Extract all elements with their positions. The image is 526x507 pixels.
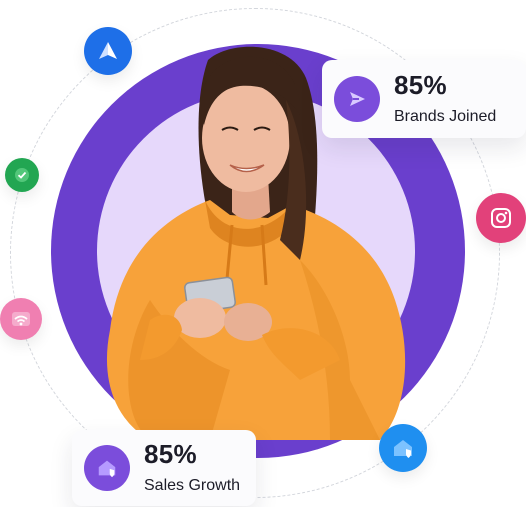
card-icon-circle bbox=[334, 76, 380, 122]
sales-growth-value: 85% bbox=[144, 439, 197, 469]
wifi-icon bbox=[12, 312, 30, 326]
instagram-icon bbox=[491, 208, 511, 228]
sales-growth-label: Sales Growth bbox=[144, 477, 241, 494]
home-shield-icon bbox=[394, 440, 412, 458]
check-badge-icon bbox=[15, 168, 29, 182]
sales-growth-card: 85% Sales Growth bbox=[72, 430, 256, 506]
card-icon-circle bbox=[84, 445, 130, 491]
check-badge bbox=[5, 158, 39, 192]
home-shield-icon bbox=[98, 460, 116, 478]
home-shield-badge bbox=[379, 424, 427, 472]
triangle-logo-icon bbox=[99, 42, 117, 59]
brands-joined-value: 85% bbox=[394, 70, 447, 100]
brands-joined-label: Brands Joined bbox=[394, 108, 497, 125]
wifi-badge bbox=[0, 298, 42, 340]
brands-joined-card: 85% Brands Joined bbox=[322, 60, 526, 138]
hero-illustration: 85% Brands Joined 85% Sales Growth bbox=[0, 0, 526, 507]
instagram-badge bbox=[476, 193, 526, 243]
send-icon bbox=[350, 92, 365, 106]
triangle-logo-badge bbox=[84, 27, 132, 75]
